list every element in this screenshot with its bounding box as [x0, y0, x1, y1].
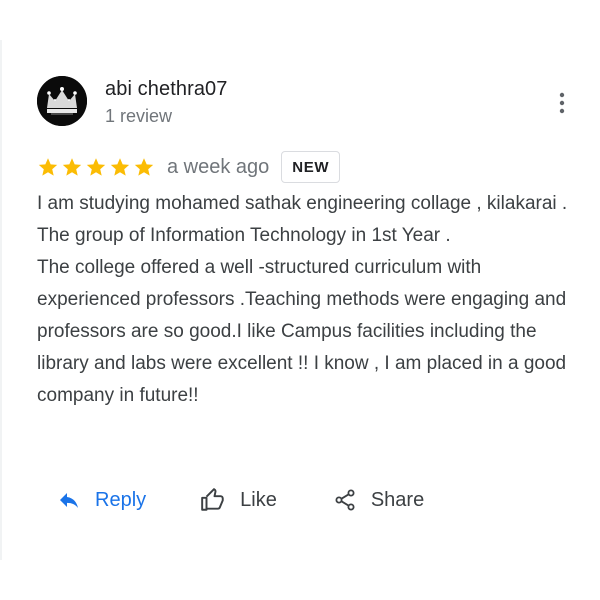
review-card: abi chethra07 1 review a week ago NEW I …	[0, 40, 600, 560]
star-icon	[37, 156, 59, 178]
author-review-count: 1 review	[105, 106, 173, 126]
share-label: Share	[370, 488, 425, 511]
star-icon	[109, 156, 131, 178]
star-rating	[37, 156, 155, 178]
author-avatar[interactable]	[37, 76, 87, 126]
new-badge: NEW	[281, 151, 341, 183]
star-icon	[133, 156, 155, 178]
star-icon	[85, 156, 107, 178]
share-button[interactable]: Share	[333, 487, 424, 513]
more-options-button[interactable]	[552, 90, 572, 116]
review-paragraph-1: I am studying mohamed sathak engineering…	[37, 193, 568, 246]
review-time: a week ago	[167, 155, 270, 178]
reply-button[interactable]: Reply	[57, 488, 146, 512]
like-label: Like	[240, 488, 277, 511]
rating-row: a week ago NEW	[37, 150, 341, 184]
author-name[interactable]: abi chethra07	[105, 78, 228, 101]
review-paragraph-2: The college offered a well -structured c…	[37, 257, 567, 406]
review-text: I am studying mohamed sathak engineering…	[37, 188, 572, 412]
reply-label: Reply	[95, 488, 147, 511]
thumb-up-icon	[201, 488, 224, 511]
star-icon	[61, 156, 83, 178]
reply-icon	[60, 493, 78, 508]
crown-icon	[37, 76, 87, 126]
page: abi chethra07 1 review a week ago NEW I …	[0, 0, 600, 600]
more-vert-icon	[559, 92, 565, 114]
review-actions: Reply Like Share	[57, 482, 424, 518]
share-icon	[335, 489, 355, 511]
like-button[interactable]: Like	[200, 487, 277, 513]
